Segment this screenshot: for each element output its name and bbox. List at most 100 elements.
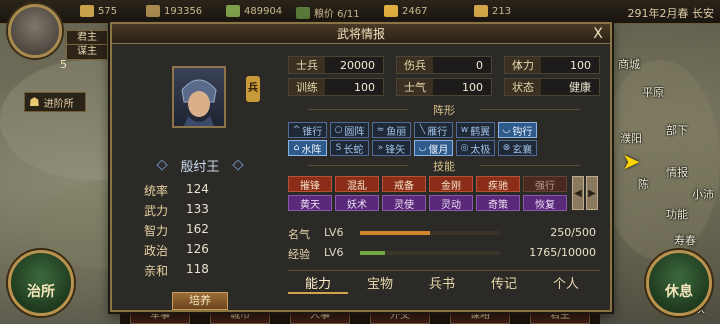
map-label[interactable]: 功能: [666, 206, 688, 222]
attr-row-charm: 亲和 118: [144, 262, 209, 278]
map-label[interactable]: 平原: [642, 84, 664, 100]
formation-label: 鹤翼: [470, 126, 491, 138]
skill-item[interactable]: 混乱: [335, 176, 379, 192]
map-label[interactable]: 情报: [666, 164, 688, 180]
skill-item[interactable]: 灵动: [429, 195, 473, 211]
skill-next-button[interactable]: ▶: [586, 176, 598, 210]
resource-gold: 575: [80, 5, 117, 17]
star-marker-icon[interactable]: ➤: [622, 150, 640, 175]
diamond-deco-icon: [156, 159, 168, 171]
detail-tabs: 能力 宝物 兵书 传记 个人: [288, 270, 600, 294]
stat-training: 训练 100: [288, 78, 384, 96]
close-button[interactable]: X: [590, 26, 606, 42]
formation-item[interactable]: » 锋矢: [372, 140, 411, 156]
general-face-icon: [181, 79, 217, 126]
skill-item[interactable]: 恢复: [523, 195, 567, 211]
advance-office-button[interactable]: ☗ 进阶所: [24, 92, 86, 112]
attr-row-leadership: 统率 124: [144, 182, 209, 198]
formation-label: 锥行: [302, 126, 323, 138]
tab-personal[interactable]: 个人: [536, 273, 596, 292]
grain-icon: [226, 5, 240, 17]
formation-item[interactable]: ◎ 太极: [456, 140, 495, 156]
resource-bar: 575 193356 489904 粮价 6/11 2467 213 291年2…: [0, 0, 720, 24]
stat-stamina: 体力 100: [504, 56, 600, 74]
skill-item[interactable]: 妖术: [335, 195, 379, 211]
formation-icon: ◎: [460, 143, 469, 153]
formation-label: 雁行: [427, 126, 448, 138]
resource-coin: 2467: [384, 5, 427, 17]
formation-label: 钩行: [512, 126, 533, 138]
formation-label: 长蛇: [343, 144, 364, 156]
seat-button[interactable]: 治所: [8, 250, 74, 316]
formation-item[interactable]: ⊗ 玄襄: [498, 140, 537, 156]
tab-treasure[interactable]: 宝物: [350, 273, 410, 292]
skill-prev-button[interactable]: ◀: [572, 176, 584, 210]
map-label[interactable]: 陈: [638, 176, 649, 192]
map-label[interactable]: 部下: [666, 122, 688, 138]
map-label[interactable]: 寿春: [674, 232, 696, 248]
formation-icon: w: [460, 125, 469, 135]
formation-item[interactable]: S 长蛇: [330, 140, 369, 156]
ruler-avatar[interactable]: [8, 4, 62, 58]
skill-item[interactable]: 摧锋: [288, 176, 332, 192]
formation-icon: ⊗: [502, 143, 511, 153]
date-location: 291年2月春 长安: [627, 7, 715, 20]
exp-progress-bar: [360, 251, 500, 255]
map-label[interactable]: 小沛: [692, 186, 714, 202]
general-name: 殷纣王: [152, 156, 248, 175]
formation-item[interactable]: ╲ 雁行: [414, 122, 453, 138]
formation-icon: ◡: [502, 125, 511, 135]
resource-grain: 489904: [226, 5, 282, 17]
formation-label: 太极: [470, 144, 491, 156]
exp-row: 经验 LV6 1765/10000: [288, 246, 596, 261]
diamond-deco-icon: [232, 159, 244, 171]
tab-ability[interactable]: 能力: [288, 273, 348, 294]
formation-icon: ⌂: [293, 143, 300, 153]
attr-row-politics: 政治 126: [144, 242, 209, 258]
formation-item[interactable]: ^ 锥行: [288, 122, 327, 138]
general-portrait: [172, 66, 226, 128]
skill-item[interactable]: 疾驰: [476, 176, 520, 192]
map-label[interactable]: 濮阳: [620, 130, 642, 146]
coin-icon: [384, 5, 398, 17]
cultivate-button[interactable]: 培养: [172, 292, 228, 310]
skill-item[interactable]: 戒备: [382, 176, 426, 192]
formation-label: 玄襄: [512, 144, 533, 156]
formation-item[interactable]: ≈ 鱼丽: [372, 122, 411, 138]
scroll-icon: [474, 5, 488, 17]
formation-item[interactable]: ◡ 钩行: [498, 122, 537, 138]
gold-ingot-icon: [80, 5, 94, 17]
stat-soldiers: 士兵 20000: [288, 56, 384, 74]
formation-label: 锋矢: [385, 144, 406, 156]
formation-item[interactable]: ◡ 偃月: [414, 140, 453, 156]
rest-button[interactable]: 休息: [646, 250, 712, 316]
formation-icon: »: [377, 143, 384, 153]
fame-row: 名气 LV6 250/500: [288, 226, 596, 241]
formation-item[interactable]: ⌂ 水阵: [288, 140, 327, 156]
skill-item[interactable]: 灵使: [382, 195, 426, 211]
food-ration-icon: [296, 6, 310, 19]
skill-section-title: 技能: [288, 158, 600, 174]
map-label[interactable]: 商城: [618, 56, 640, 72]
money-bag-icon: [146, 5, 160, 17]
formation-icon: ◡: [418, 143, 427, 153]
skill-item[interactable]: 金刚: [429, 176, 473, 192]
formation-icon: S: [335, 143, 342, 153]
formation-icon: ^: [292, 125, 301, 135]
stat-morale: 士气 100: [396, 78, 492, 96]
formation-label: 圆阵: [344, 126, 365, 138]
attr-row-intelligence: 智力 162: [144, 222, 209, 238]
skill-item[interactable]: 强行: [523, 176, 567, 192]
attr-row-war: 武力 133: [144, 202, 209, 218]
formation-icon: ╲: [419, 125, 426, 135]
tab-biography[interactable]: 传记: [474, 273, 534, 292]
resource-scroll: 213: [474, 5, 511, 17]
general-profile: 兵 殷纣王 统率 124 武力 133 智力 162 政治 126 亲和 118 培养: [122, 52, 276, 310]
formation-item[interactable]: ○ 圆阵: [330, 122, 369, 138]
formation-item[interactable]: w 鹤翼: [456, 122, 495, 138]
tab-war-book[interactable]: 兵书: [412, 273, 472, 292]
stat-wounded: 伤兵 0: [396, 56, 492, 74]
formation-label: 偃月: [428, 144, 449, 156]
skill-item[interactable]: 奇策: [476, 195, 520, 211]
skill-item[interactable]: 黄天: [288, 195, 332, 211]
